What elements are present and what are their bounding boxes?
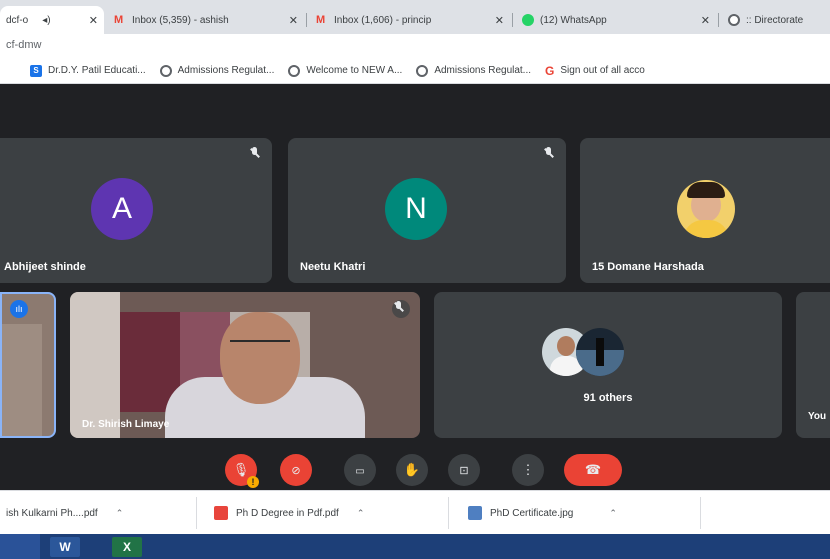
more-vert-icon: ⋮: [521, 462, 535, 477]
tab-current[interactable]: dcf-o ◂) ✕: [0, 6, 104, 34]
self-label: You: [808, 411, 827, 422]
tab-label: (12) WhatsApp: [540, 14, 607, 26]
mic-off-icon: [542, 146, 556, 160]
address-bar[interactable]: cf-dmw: [0, 34, 830, 58]
downloads-bar: ish Kulkarni Ph....pdf ⌃ Ph D Degree in …: [0, 490, 830, 534]
download-item[interactable]: Ph D Degree in Pdf.pdf ⌃: [214, 503, 364, 523]
participant-name: Abhijeet shinde: [4, 261, 86, 273]
more-options-button[interactable]: ⋮: [512, 454, 544, 486]
tab-close-icon[interactable]: ✕: [701, 14, 710, 27]
tab-inbox-princip[interactable]: M Inbox (1,606) - princip ✕: [310, 6, 510, 34]
globe-icon: [288, 64, 301, 77]
participant-tile-harshada[interactable]: 15 Domane Harshada: [580, 138, 830, 283]
tab-label: dcf-o: [6, 14, 29, 26]
participant-tile-speaking[interactable]: ılı: [0, 292, 56, 438]
participant-name: 15 Domane Harshada: [592, 261, 704, 273]
bookmark-welcome[interactable]: Welcome to NEW A...: [288, 64, 403, 77]
avatar: N: [385, 178, 447, 240]
image-icon: [468, 506, 482, 520]
globe-icon: [416, 64, 429, 77]
download-separator: [448, 497, 449, 529]
bookmark-label: Sign out of all acco: [560, 65, 645, 76]
speaker-icon: ◂): [42, 14, 51, 26]
chevron-up-icon[interactable]: ⌃: [116, 508, 124, 519]
download-item[interactable]: ish Kulkarni Ph....pdf ⌃: [6, 503, 123, 523]
download-separator: [700, 497, 701, 529]
bookmark-label: Admissions Regulat...: [434, 65, 532, 76]
captions-button[interactable]: ▭: [344, 454, 376, 486]
hand-icon: ✋: [403, 462, 421, 477]
tab-label: Inbox (1,606) - princip: [334, 14, 432, 26]
google-icon: G: [545, 63, 555, 78]
globe-icon: [728, 14, 740, 26]
gmail-icon: M: [316, 14, 326, 26]
browser-tab-strip: dcf-o ◂) ✕ M Inbox (5,359) - ashish ✕ M …: [0, 0, 830, 34]
bookmark-label: Welcome to NEW A...: [306, 65, 403, 76]
bookmark-dy-patil[interactable]: S Dr.D.Y. Patil Educati...: [30, 64, 146, 77]
mic-off-icon: [248, 146, 262, 160]
alert-badge: !: [247, 476, 259, 488]
camera-off-icon: ⊘: [291, 465, 301, 477]
url-text: cf-dmw: [6, 39, 42, 51]
dy-icon: S: [30, 64, 42, 77]
bookmark-admissions-1[interactable]: Admissions Regulat...: [159, 64, 275, 77]
tab-close-icon[interactable]: ✕: [289, 14, 298, 27]
start-area[interactable]: [0, 534, 40, 559]
tab-directorate[interactable]: :: Directorate: [722, 6, 830, 34]
tab-separator: [306, 13, 307, 27]
tab-whatsapp[interactable]: (12) WhatsApp ✕: [516, 6, 716, 34]
bookmarks-bar: S Dr.D.Y. Patil Educati... Admissions Re…: [0, 58, 830, 84]
tab-separator: [512, 13, 513, 27]
tab-close-icon[interactable]: ✕: [89, 14, 98, 27]
mic-off-icon: [392, 300, 410, 318]
leave-call-button[interactable]: ☎: [564, 454, 622, 486]
raise-hand-button[interactable]: ✋: [396, 454, 428, 486]
audio-level-icon: ılı: [10, 300, 28, 318]
excel-app-icon[interactable]: X: [112, 537, 142, 557]
participant-name: Neetu Khatri: [300, 261, 366, 273]
word-app-icon[interactable]: W: [50, 537, 80, 557]
tab-label: Inbox (5,359) - ashish: [132, 14, 229, 26]
participant-tile-abhijeet[interactable]: A Abhijeet shinde: [0, 138, 272, 283]
chevron-up-icon[interactable]: ⌃: [609, 508, 617, 519]
gmail-icon: M: [114, 14, 124, 26]
download-label: Ph D Degree in Pdf.pdf: [236, 507, 339, 519]
camera-toggle-button[interactable]: ⊘: [280, 454, 312, 486]
tab-close-icon[interactable]: ✕: [495, 14, 504, 27]
self-tile[interactable]: You: [796, 292, 830, 438]
present-icon: ⊡: [459, 465, 469, 477]
tab-label: :: Directorate: [746, 14, 804, 26]
tab-inbox-ashish[interactable]: M Inbox (5,359) - ashish ✕: [108, 6, 304, 34]
bookmark-google-signout[interactable]: G Sign out of all acco: [545, 65, 645, 77]
meet-grid: A Abhijeet shinde N Neetu Khatri 15 Doma…: [0, 84, 830, 490]
hang-up-icon: ☎: [584, 462, 602, 477]
profile-photo: [677, 180, 735, 238]
meeting-controls: 🎙 ! ⊘ ▭ ✋ ⊡ ⋮ ☎: [0, 450, 830, 490]
bookmark-label: Dr.D.Y. Patil Educati...: [48, 65, 146, 76]
others-count: 91 others: [583, 392, 633, 404]
download-label: ish Kulkarni Ph....pdf: [6, 507, 98, 519]
other-participant-photo: [576, 328, 624, 376]
pdf-icon: [214, 506, 228, 520]
chevron-up-icon[interactable]: ⌃: [357, 508, 365, 519]
bookmark-label: Admissions Regulat...: [177, 65, 275, 76]
present-screen-button[interactable]: ⊡: [448, 454, 480, 486]
others-tile[interactable]: 91 others: [434, 292, 782, 438]
globe-icon: [159, 64, 172, 77]
screen: dcf-o ◂) ✕ M Inbox (5,359) - ashish ✕ M …: [0, 0, 830, 559]
participant-name: Dr. Shirish Limaye: [82, 419, 170, 430]
mic-toggle-button[interactable]: 🎙 !: [225, 454, 259, 488]
participant-tile-neetu[interactable]: N Neetu Khatri: [288, 138, 566, 283]
bookmark-admissions-2[interactable]: Admissions Regulat...: [416, 64, 532, 77]
participant-tile-video[interactable]: Dr. Shirish Limaye: [70, 292, 420, 438]
captions-icon: ▭: [355, 466, 365, 477]
whatsapp-icon: [522, 14, 534, 26]
mic-off-icon: 🎙: [232, 462, 250, 477]
tab-separator: [718, 13, 719, 27]
download-label: PhD Certificate.jpg: [490, 507, 574, 519]
os-taskbar: W X: [0, 534, 830, 559]
avatar: A: [91, 178, 153, 240]
download-item[interactable]: PhD Certificate.jpg ⌃: [468, 503, 617, 523]
download-separator: [196, 497, 197, 529]
